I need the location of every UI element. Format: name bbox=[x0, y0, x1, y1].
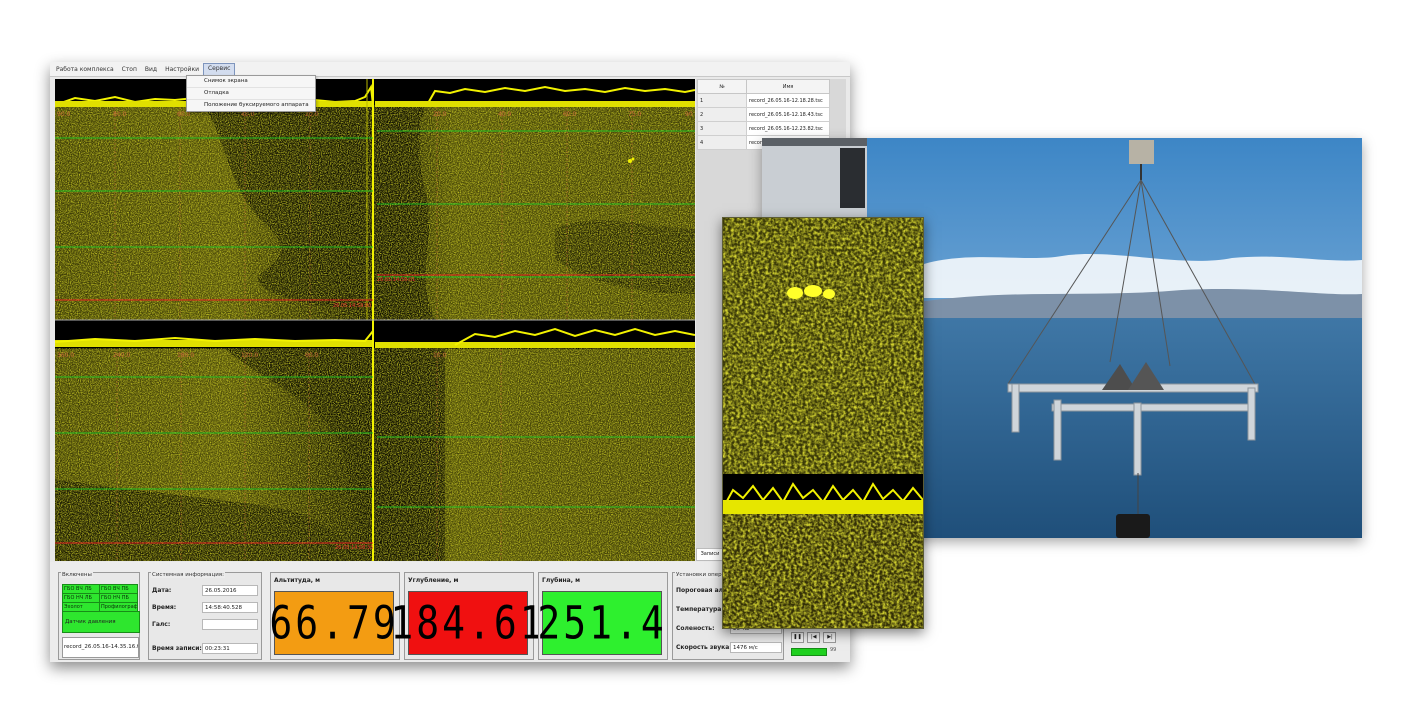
tick-top-left-5: 20.0 bbox=[305, 111, 319, 118]
menu-view[interactable]: Вид bbox=[141, 64, 161, 75]
record-name: record_26.05.16-12.18.43.tsc bbox=[746, 107, 830, 122]
menu-bar: Работа комплекса Стоп Вид Настройки Серв… bbox=[50, 62, 850, 77]
service-dropdown: Снимок экрана Отладка Положение буксируе… bbox=[186, 75, 316, 112]
record-time-field: 00:23:31 bbox=[202, 643, 258, 654]
submergence-value: 184.61 bbox=[390, 596, 546, 650]
tab-records[interactable]: Записи bbox=[696, 548, 724, 561]
pause-icon[interactable]: ❚❚ bbox=[791, 632, 804, 643]
menu-towed-vehicle-position[interactable]: Положение буксируемого аппарата bbox=[187, 99, 315, 111]
table-row[interactable]: 2 record_26.05.16-12.18.43.tsc bbox=[697, 107, 830, 122]
tick-bottom-left-5: 60.0 bbox=[305, 352, 319, 359]
timestamp-bottom: 26.05.14:58:35 bbox=[335, 545, 373, 551]
system-info-group: Системная информация: Дата: 26.05.2016 В… bbox=[148, 572, 262, 660]
tick-bottom-left-3: 180.0 bbox=[177, 352, 194, 359]
menu-settings[interactable]: Настройки bbox=[161, 64, 203, 75]
tick-bottom-left-4: 120.0 bbox=[241, 352, 258, 359]
altitude-value: 66.79 bbox=[269, 596, 399, 650]
altitude-meter: Альтитуда, м 66.79 bbox=[269, 572, 400, 660]
tick-bottom-left-2: 240.0 bbox=[113, 352, 130, 359]
record-num: 2 bbox=[697, 107, 747, 122]
playback-progress-value: 99 bbox=[830, 647, 837, 653]
sonar-display[interactable]: 90.0 80.0 60.0 40.0 20.0 20.0 40.0 60.0 … bbox=[55, 79, 695, 561]
current-record-file: record_26.05.16-14.35.16.tsc bbox=[62, 637, 139, 658]
pressure-sensor[interactable]: Датчик давления bbox=[62, 611, 140, 633]
menu-debug[interactable]: Отладка bbox=[187, 87, 315, 99]
submergence-meter: Углубление, м 184.61 bbox=[390, 572, 543, 660]
enabled-title: Включены bbox=[61, 572, 93, 578]
menu-operation[interactable]: Работа комплекса bbox=[52, 64, 118, 75]
depth-meter: Глубина, м 251.4 bbox=[537, 572, 668, 660]
depth-value: 251.4 bbox=[537, 596, 667, 650]
tick-top-right-1: 20.0 bbox=[433, 111, 447, 118]
depth-title: Глубина, м bbox=[542, 577, 580, 584]
tick-top-left-1: 90.0 bbox=[57, 111, 71, 118]
date-field: 26.05.2016 bbox=[202, 585, 258, 596]
system-info-title: Системная информация: bbox=[151, 572, 225, 578]
tick-bottom-left-1: 360.0 bbox=[57, 352, 74, 359]
temperature-label: Температура... bbox=[676, 606, 729, 613]
enabled-devices-group: Включены ГБО ВЧ ЛБ ГБО ВЧ ПБ ГБО НЧ ЛБ Г… bbox=[58, 572, 140, 660]
skip-back-icon[interactable]: |◀ bbox=[807, 632, 821, 643]
table-row[interactable]: 1 record_26.05.16-12.18.28.tsc bbox=[697, 93, 830, 108]
tick-top-right-4: 75.0 bbox=[628, 111, 642, 118]
timestamp-top-left: 26.05.14:59:00 bbox=[333, 303, 371, 309]
record-name: record_26.05.16-12.23.82.tsc bbox=[746, 121, 830, 136]
skip-forward-icon[interactable]: ▶| bbox=[823, 632, 837, 643]
salinity-label: Соленость: bbox=[676, 625, 715, 632]
timestamp-top-right: 26.05.14:59:01 bbox=[377, 277, 415, 283]
record-num: 1 bbox=[697, 93, 747, 108]
tick-top-left-3: 60.0 bbox=[177, 111, 191, 118]
table-row[interactable]: 3 record_26.05.16-12.23.82.tsc bbox=[697, 121, 830, 136]
time-field: 14:58:40.528 bbox=[202, 602, 258, 613]
record-num: 3 bbox=[697, 121, 747, 136]
playback-controls: ❚❚ |◀ ▶| bbox=[791, 632, 837, 643]
tick-top-left-4: 40.0 bbox=[241, 111, 255, 118]
tick-top-right-5: 90 bbox=[685, 111, 693, 118]
menu-stop[interactable]: Стоп bbox=[118, 64, 141, 75]
playback-progress[interactable] bbox=[791, 648, 827, 656]
tick-top-right-2: 40.0 bbox=[498, 111, 512, 118]
tick-bottom-right-1: 10.0 bbox=[433, 352, 447, 359]
sound-speed-field[interactable]: 1476 м/с bbox=[730, 642, 782, 653]
menu-service[interactable]: Сервис bbox=[202, 62, 236, 76]
submergence-title: Углубление, м bbox=[408, 577, 459, 584]
submergence-display: 184.61 bbox=[390, 591, 543, 655]
tack-field[interactable] bbox=[202, 619, 258, 630]
records-header-name: Имя bbox=[746, 79, 830, 94]
sonar-waterfall: 90.0 80.0 60.0 40.0 20.0 20.0 40.0 60.0 … bbox=[55, 79, 695, 561]
sonar-target-zoom bbox=[722, 217, 924, 629]
tick-top-right-3: 60.0 bbox=[563, 111, 577, 118]
records-header-num: № bbox=[697, 79, 747, 94]
record-num: 4 bbox=[697, 135, 747, 150]
menu-screenshot[interactable]: Снимок экрана bbox=[187, 76, 315, 87]
date-label: Дата: bbox=[152, 587, 172, 594]
zoomed-sonar-image bbox=[723, 218, 923, 628]
depth-display: 251.4 bbox=[537, 591, 664, 655]
altitude-title: Альтитуда, м bbox=[274, 577, 321, 584]
record-name: record_26.05.16-12.18.28.tsc bbox=[746, 93, 830, 108]
altitude-display: 66.79 bbox=[269, 591, 396, 655]
time-label: Время: bbox=[152, 604, 177, 611]
tick-top-left-2: 80.0 bbox=[113, 111, 127, 118]
sound-speed-label: Скорость звука: bbox=[676, 644, 732, 651]
tack-label: Галс: bbox=[152, 621, 171, 628]
record-time-label: Время записи: bbox=[152, 645, 202, 652]
